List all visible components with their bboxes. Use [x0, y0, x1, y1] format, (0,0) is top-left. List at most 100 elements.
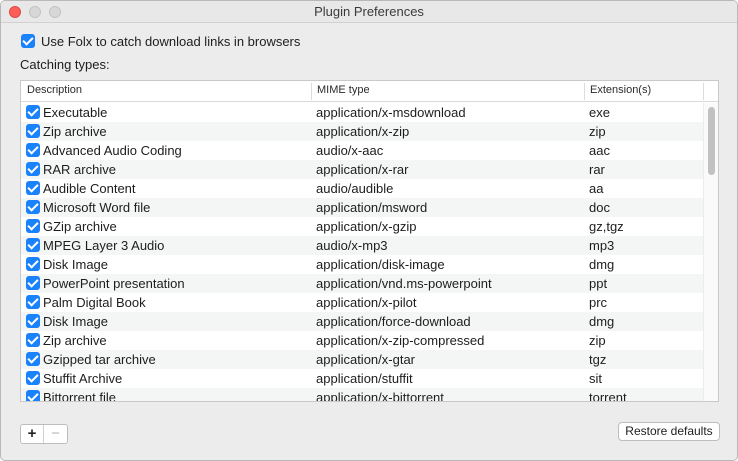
row-description: Executable [43, 105, 108, 120]
row-mime-type: application/x-gtar [316, 352, 415, 367]
row-description: Stuffit Archive [43, 371, 123, 386]
row-extensions: aa [589, 181, 604, 196]
table-row[interactable]: Executable application/x-msdownload exe [21, 103, 703, 122]
catch-links-checkbox[interactable] [21, 34, 35, 48]
table-row[interactable]: Disk Image application/force-download dm… [21, 312, 703, 331]
row-enabled-checkbox[interactable] [26, 333, 40, 347]
row-mime-type: application/msword [316, 200, 428, 215]
column-header-description[interactable]: Description [27, 84, 82, 96]
table-row[interactable]: MPEG Layer 3 Audio audio/x-mp3 mp3 [21, 236, 703, 255]
catch-links-label: Use Folx to catch download links in brow… [41, 33, 301, 49]
remove-type-button[interactable]: − [44, 425, 67, 443]
row-description: MPEG Layer 3 Audio [43, 238, 165, 253]
row-description: GZip archive [43, 219, 117, 234]
scrollbar-thumb[interactable] [708, 107, 715, 175]
table-row[interactable]: PowerPoint presentation application/vnd.… [21, 274, 703, 293]
restore-defaults-button[interactable]: Restore defaults [618, 422, 720, 441]
row-extensions: exe [589, 105, 610, 120]
column-header-extensions[interactable]: Extension(s) [590, 84, 651, 96]
row-enabled-checkbox[interactable] [26, 162, 40, 176]
row-enabled-checkbox[interactable] [26, 181, 40, 195]
table-row[interactable]: Palm Digital Book application/x-pilot pr… [21, 293, 703, 312]
row-extensions: dmg [589, 257, 615, 272]
row-enabled-checkbox[interactable] [26, 314, 40, 328]
row-mime-type: audio/x-mp3 [316, 238, 388, 253]
catching-types-label: Catching types: [20, 57, 110, 72]
row-enabled-checkbox[interactable] [26, 219, 40, 233]
table-body: Executable application/x-msdownload exe … [21, 103, 703, 402]
add-type-button[interactable]: + [21, 425, 45, 443]
row-description: Disk Image [43, 257, 109, 272]
row-mime-type: application/x-bittorrent [316, 390, 444, 402]
column-divider [703, 83, 704, 100]
row-description: Zip archive [43, 124, 107, 139]
row-mime-type: application/x-rar [316, 162, 409, 177]
row-mime-type: application/stuffit [316, 371, 413, 386]
row-enabled-checkbox[interactable] [26, 124, 40, 138]
preferences-window: Plugin Preferences Use Folx to catch dow… [0, 0, 738, 461]
table-row[interactable]: Disk Image application/disk-image dmg [21, 255, 703, 274]
row-mime-type: application/disk-image [316, 257, 445, 272]
column-divider[interactable] [311, 83, 312, 100]
row-mime-type: application/x-zip-compressed [316, 333, 485, 348]
column-divider[interactable] [584, 83, 585, 100]
row-enabled-checkbox[interactable] [26, 295, 40, 309]
table-row[interactable]: Gzipped tar archive application/x-gtar t… [21, 350, 703, 369]
row-description: Advanced Audio Coding [43, 143, 182, 158]
row-enabled-checkbox[interactable] [26, 352, 40, 366]
row-mime-type: application/x-zip [316, 124, 410, 139]
table-row[interactable]: Zip archive application/x-zip zip [21, 122, 703, 141]
catching-types-table: Description MIME type Extension(s) Execu… [20, 80, 719, 402]
row-enabled-checkbox[interactable] [26, 371, 40, 385]
row-enabled-checkbox[interactable] [26, 143, 40, 157]
row-extensions: zip [589, 333, 606, 348]
table-row[interactable]: Stuffit Archive application/stuffit sit [21, 369, 703, 388]
row-description: Gzipped tar archive [43, 352, 156, 367]
row-extensions: mp3 [589, 238, 615, 253]
vertical-scrollbar[interactable] [703, 103, 718, 401]
row-enabled-checkbox[interactable] [26, 200, 40, 214]
row-extensions: sit [589, 371, 602, 386]
row-description: PowerPoint presentation [43, 276, 185, 291]
row-extensions: dmg [589, 314, 615, 329]
row-enabled-checkbox[interactable] [26, 105, 40, 119]
table-row[interactable]: Microsoft Word file application/msword d… [21, 198, 703, 217]
catch-links-checkbox-row[interactable]: Use Folx to catch download links in brow… [21, 33, 300, 49]
row-mime-type: audio/x-aac [316, 143, 384, 158]
row-mime-type: application/x-gzip [316, 219, 417, 234]
row-extensions: zip [589, 124, 606, 139]
table-row[interactable]: GZip archive application/x-gzip gz,tgz [21, 217, 703, 236]
row-description: Palm Digital Book [43, 295, 146, 310]
table-row[interactable]: Bittorrent file application/x-bittorrent… [21, 388, 703, 402]
row-mime-type: application/vnd.ms-powerpoint [316, 276, 492, 291]
table-row[interactable]: Zip archive application/x-zip-compressed… [21, 331, 703, 350]
add-remove-control: + − [20, 424, 68, 444]
row-extensions: tgz [589, 352, 607, 367]
table-row[interactable]: RAR archive application/x-rar rar [21, 160, 703, 179]
row-enabled-checkbox[interactable] [26, 276, 40, 290]
row-extensions: prc [589, 295, 608, 310]
row-description: Audible Content [43, 181, 136, 196]
row-mime-type: application/x-pilot [316, 295, 417, 310]
row-enabled-checkbox[interactable] [26, 390, 40, 401]
row-extensions: ppt [589, 276, 608, 291]
row-mime-type: application/force-download [316, 314, 471, 329]
row-extensions: rar [589, 162, 605, 177]
row-mime-type: application/x-msdownload [316, 105, 466, 120]
row-description: Microsoft Word file [43, 200, 151, 215]
window-title: Plugin Preferences [314, 4, 424, 19]
table-row[interactable]: Audible Content audio/audible aa [21, 179, 703, 198]
table-row[interactable]: Advanced Audio Coding audio/x-aac aac [21, 141, 703, 160]
row-enabled-checkbox[interactable] [26, 257, 40, 271]
row-mime-type: audio/audible [316, 181, 394, 196]
table-header: Description MIME type Extension(s) [21, 81, 718, 102]
row-description: Zip archive [43, 333, 107, 348]
row-description: RAR archive [43, 162, 116, 177]
row-extensions: torrent [589, 390, 627, 402]
row-description: Bittorrent file [43, 390, 116, 402]
row-extensions: doc [589, 200, 610, 215]
row-enabled-checkbox[interactable] [26, 238, 40, 252]
row-extensions: gz,tgz [589, 219, 624, 234]
column-header-mime-type[interactable]: MIME type [317, 84, 370, 96]
title-bar: Plugin Preferences [1, 1, 737, 23]
